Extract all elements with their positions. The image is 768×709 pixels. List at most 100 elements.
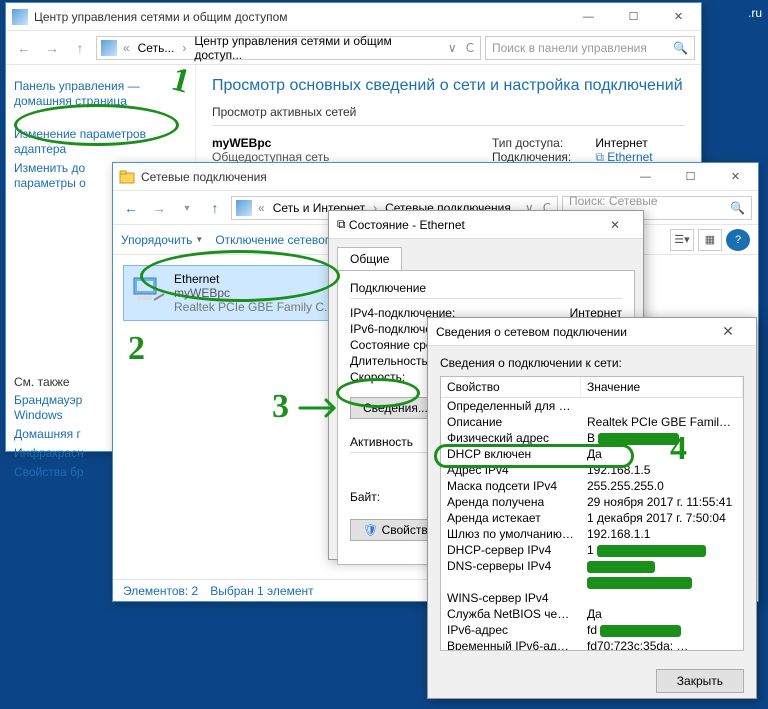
prop-name: Служба NetBIOS через...: [441, 606, 581, 622]
prop-name: DHCP-сервер IPv4: [441, 542, 581, 558]
prop-value: 1 декабря 2017 г. 7:50:04: [581, 510, 743, 526]
minimize-button[interactable]: —: [566, 3, 611, 31]
prop-value: fd70:723c:35da:: [581, 638, 743, 651]
table-row: Физический адресB: [441, 430, 743, 446]
group-connection: Подключение: [350, 281, 622, 295]
adapter-network: myWEBpc: [174, 286, 334, 300]
search-icon: 🔍: [673, 41, 688, 55]
prop-value: [581, 574, 743, 590]
dialog-titlebar: ⧉ Состояние - Ethernet ✕: [329, 211, 643, 239]
prop-value: Realtek PCIe GBE Family Controller: [581, 414, 743, 430]
table-row: Аренда истекает1 декабря 2017 г. 7:50:04: [441, 510, 743, 526]
prop-value: 192.168.1.5: [581, 462, 743, 478]
redacted-value: [587, 577, 692, 589]
crumb[interactable]: Сеть...: [136, 41, 177, 55]
col-value: Значение: [581, 377, 743, 397]
folder-icon: [119, 169, 135, 185]
address-bar: ← → ↑ « Сеть... › Центр управления сетям…: [6, 31, 701, 65]
table-row: IPv6-адресfd: [441, 622, 743, 638]
status-selection: Выбран 1 элемент: [210, 584, 313, 598]
close-button[interactable]: ✕: [708, 323, 748, 340]
prop-name: Описание: [441, 414, 581, 430]
view-details-button[interactable]: ▦: [698, 229, 722, 251]
forward-button[interactable]: →: [147, 196, 171, 220]
close-button[interactable]: ✕: [656, 3, 701, 31]
up-button[interactable]: ↑: [203, 196, 227, 220]
access-label: Тип доступа:: [492, 136, 592, 150]
prop-name: DNS-серверы IPv4: [441, 558, 581, 574]
bytes-label: Байт:: [350, 490, 380, 504]
breadcrumb-icon: [101, 40, 117, 56]
table-row: Служба NetBIOS через...Да: [441, 606, 743, 622]
window-title: Центр управления сетями и общим доступом: [34, 10, 566, 24]
window-title: Сетевые подключения: [141, 170, 623, 184]
prop-name: Маска подсети IPv4: [441, 478, 581, 494]
table-row: DNS-серверы IPv4: [441, 558, 743, 574]
search-placeholder: Поиск в панели управления: [492, 41, 647, 55]
table-row: Адрес IPv4192.168.1.5: [441, 462, 743, 478]
prop-value: fd: [581, 622, 743, 638]
back-button[interactable]: ←: [12, 36, 36, 60]
prop-value: 1: [581, 542, 743, 558]
disable-device-menu[interactable]: Отключение сетевого: [215, 233, 335, 247]
history-button[interactable]: ▼: [175, 196, 199, 220]
forward-button[interactable]: →: [40, 36, 64, 60]
breadcrumb-icon: [236, 200, 252, 216]
col-property: Свойство: [441, 377, 581, 397]
minimize-button[interactable]: —: [623, 163, 668, 191]
redacted-value: [587, 561, 655, 573]
prop-name: Физический адрес: [441, 430, 581, 446]
maximize-button[interactable]: ☐: [611, 3, 656, 31]
titlebar: Центр управления сетями и общим доступом…: [6, 3, 701, 31]
close-button[interactable]: ✕: [713, 163, 758, 191]
prop-name: WINS-сервер IPv4: [441, 590, 581, 606]
table-row: Шлюз по умолчанию IP...192.168.1.1: [441, 526, 743, 542]
search-icon: 🔍: [730, 201, 745, 215]
table-row: DHCP-сервер IPv41: [441, 542, 743, 558]
sidebar-home[interactable]: Панель управления —домашняя страница: [14, 79, 187, 109]
back-button[interactable]: ←: [119, 196, 143, 220]
organize-menu[interactable]: Упорядочить ▼: [121, 233, 203, 247]
adapter-item-ethernet[interactable]: Ethernet myWEBpc Realtek PCIe GBE Family…: [123, 265, 353, 321]
prop-name: DHCP включен: [441, 446, 581, 462]
adapter-name: Ethernet: [174, 272, 334, 286]
dialog-titlebar: Сведения о сетевом подключении ✕: [428, 318, 756, 346]
tab-general[interactable]: Общие: [337, 247, 402, 270]
desktop-badge: .ru: [748, 6, 762, 20]
properties-table[interactable]: Свойство Значение Определенный для по...…: [440, 376, 744, 651]
network-icon: ⧉: [337, 217, 346, 232]
prop-name: [441, 574, 581, 590]
up-button[interactable]: ↑: [68, 36, 92, 60]
prop-name: Шлюз по умолчанию IP...: [441, 526, 581, 542]
prop-name: Адрес IPv4: [441, 462, 581, 478]
dialog-connection-details: Сведения о сетевом подключении ✕ Сведени…: [427, 317, 757, 699]
prop-value: B: [581, 430, 743, 446]
redacted-value: [600, 625, 680, 637]
crumb[interactable]: Центр управления сетями и общим доступ..…: [192, 34, 444, 62]
prop-name: IPv6-адрес: [441, 622, 581, 638]
page-title: Просмотр основных сведений о сети и наст…: [212, 77, 685, 95]
media-label: Состояние сре: [350, 338, 433, 352]
speed-label: Скорость:: [350, 370, 405, 384]
access-value: Интернет: [595, 136, 647, 150]
maximize-button[interactable]: ☐: [668, 163, 713, 191]
close-button[interactable]: ✕: [595, 218, 635, 232]
prop-name: Определенный для по...: [441, 398, 581, 414]
adapter-icon: [130, 272, 166, 308]
prop-value: [581, 590, 743, 606]
status-count: Элементов: 2: [123, 584, 198, 598]
sidebar-adapter-settings[interactable]: Изменение параметровадаптера: [14, 127, 187, 157]
close-dialog-button[interactable]: Закрыть: [656, 669, 744, 693]
breadcrumb[interactable]: « Сеть... › Центр управления сетями и об…: [96, 36, 481, 60]
network-name: myWEBpc: [212, 136, 492, 150]
prop-name: Аренда истекает: [441, 510, 581, 526]
view-icons-button[interactable]: ☰▾: [670, 229, 694, 251]
table-row: WINS-сервер IPv4: [441, 590, 743, 606]
duration-label: Длительность: [350, 354, 428, 368]
adapter-device: Realtek PCIe GBE Family C...: [174, 300, 334, 314]
prop-value: [581, 398, 743, 414]
table-row: DHCP включенДа: [441, 446, 743, 462]
search-input[interactable]: Поиск в панели управления 🔍: [485, 36, 695, 60]
redacted-value: [598, 433, 678, 445]
help-button[interactable]: ?: [726, 229, 750, 251]
